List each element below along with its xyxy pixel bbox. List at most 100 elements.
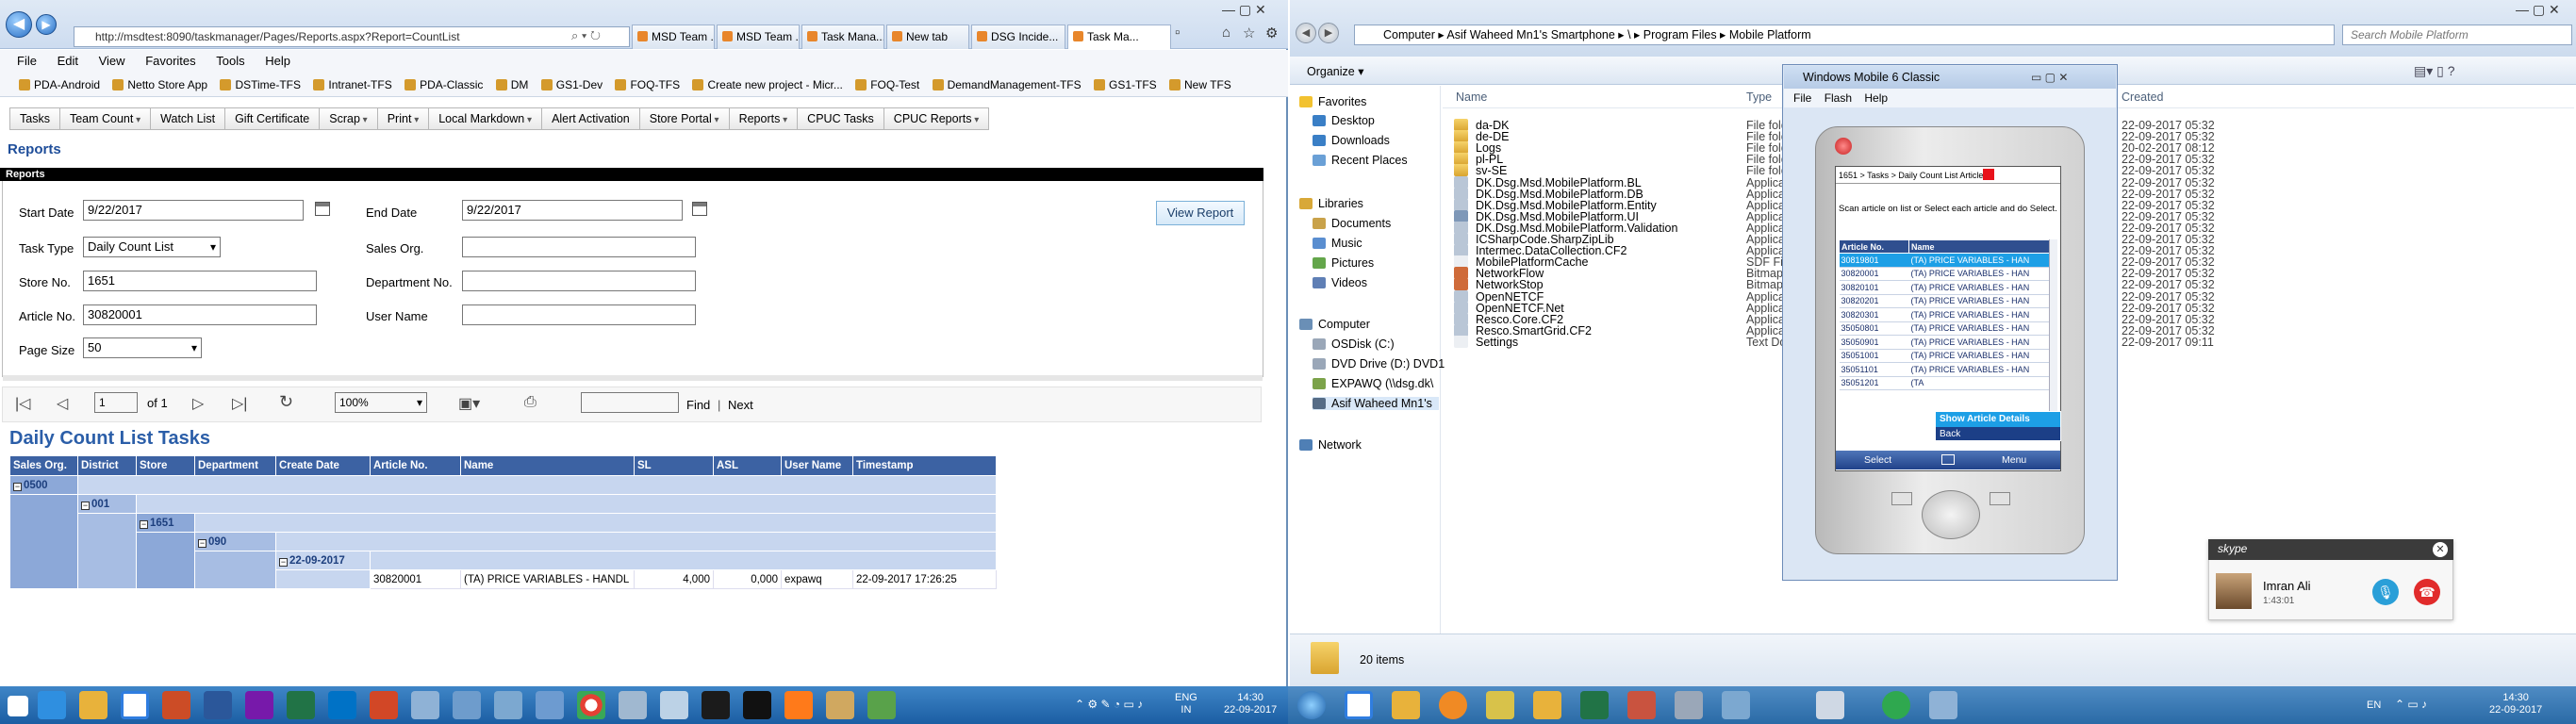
col-created[interactable]: Created (2122, 90, 2163, 104)
close-icon[interactable]: ✕ (2433, 542, 2448, 557)
nav-store-portal[interactable]: Store Portal (638, 107, 730, 130)
gear-icon[interactable]: ⚙ (1265, 25, 1278, 41)
col-user-name[interactable]: User Name (781, 455, 853, 476)
back-icon[interactable]: ◀ (1296, 23, 1316, 43)
sales-org-input[interactable] (462, 237, 696, 257)
col-department[interactable]: Department (194, 455, 276, 476)
explorer-search-input[interactable]: Search Mobile Platform (2342, 25, 2572, 45)
col-name[interactable]: Name (460, 455, 635, 476)
softkey-select[interactable]: Select (1864, 451, 1891, 469)
right-key-icon[interactable] (1990, 492, 2010, 505)
ie-icon[interactable] (1345, 691, 1373, 719)
prev-page-icon[interactable]: ◁ (57, 394, 68, 413)
forward-icon[interactable]: ▶ (36, 14, 57, 35)
fav-new-tfs[interactable]: New TFS (1169, 73, 1231, 96)
col-sl[interactable]: SL (634, 455, 714, 476)
app-icon[interactable] (660, 691, 688, 719)
fav-dstime[interactable]: DSTime-TFS (220, 73, 301, 96)
nav-recent[interactable]: Recent Places (1313, 154, 1408, 167)
menu-file[interactable]: File (17, 54, 37, 68)
app-icon[interactable] (411, 691, 439, 719)
nav-favorites[interactable]: Favorites (1299, 95, 1366, 108)
ctx-show-article-details[interactable]: Show Article Details (1936, 412, 2060, 427)
collapse-icon[interactable]: − (13, 482, 22, 491)
power-icon[interactable] (1835, 138, 1852, 155)
favorites-star-icon[interactable]: ☆ (1243, 25, 1255, 41)
excel-icon[interactable] (287, 691, 315, 719)
nav-tasks[interactable]: Tasks (9, 107, 60, 130)
dpad-icon[interactable] (1922, 490, 1980, 539)
col-create-date[interactable]: Create Date (275, 455, 371, 476)
page-number-input[interactable]: 1 (94, 392, 138, 413)
last-page-icon[interactable]: ▷| (232, 394, 247, 413)
nav-downloads[interactable]: Downloads (1313, 134, 1390, 147)
view-report-button[interactable]: View Report (1156, 201, 1245, 225)
menu-view[interactable]: View (99, 54, 125, 68)
clock[interactable]: 14:30 22-09-2017 (2489, 692, 2542, 716)
export-icon[interactable]: ▣▾ (458, 394, 480, 413)
new-tab-icon[interactable]: ▫ (1175, 25, 1180, 41)
fav-pda-android[interactable]: PDA-Android (19, 73, 100, 96)
crumb-program-files[interactable]: Program Files (1643, 28, 1717, 41)
language-indicator[interactable]: EN (2367, 699, 2381, 711)
department-input[interactable] (462, 271, 696, 291)
clock[interactable]: 14:30 22-09-2017 (1224, 692, 1277, 716)
col-district[interactable]: District (77, 455, 137, 476)
collapse-icon[interactable]: − (81, 501, 90, 510)
app-icon[interactable] (1816, 691, 1844, 719)
col-timestamp[interactable]: Timestamp (852, 455, 997, 476)
nav-videos[interactable]: Videos (1313, 276, 1367, 289)
terminal-icon[interactable] (702, 691, 730, 719)
group-department[interactable]: −090 (194, 532, 276, 551)
find-input[interactable] (581, 392, 679, 413)
file-row[interactable]: Settings (1454, 335, 1518, 349)
menu-tools[interactable]: Tools (216, 54, 244, 68)
nav-cpuc-tasks[interactable]: CPUC Tasks (797, 107, 884, 130)
nav-music[interactable]: Music (1313, 237, 1362, 250)
fav-netto-store[interactable]: Netto Store App (112, 73, 207, 96)
hangup-icon[interactable]: ☎ (2414, 579, 2440, 605)
tab-2[interactable]: MSD Team ... (717, 25, 800, 49)
wm-menu-flash[interactable]: Flash (1825, 91, 1852, 105)
windows-start-icon[interactable] (1297, 691, 1326, 719)
file-explorer-icon[interactable] (79, 691, 107, 719)
powerpoint-icon[interactable] (370, 691, 398, 719)
tray-icons[interactable]: ⌃ ▭ ♪ (2395, 698, 2427, 711)
fav-gs1-tfs[interactable]: GS1-TFS (1093, 73, 1157, 96)
col-article-no[interactable]: Article No. (1839, 239, 1909, 254)
home-icon[interactable]: ⌂ (1222, 25, 1230, 41)
group-sales-org[interactable]: −0500 (9, 475, 78, 495)
end-date-input[interactable]: 9/22/2017 (462, 200, 683, 221)
col-sales-org[interactable]: Sales Org. (9, 455, 78, 476)
table-row[interactable]: 30820301 (TA) PRICE VARIABLES - HAN (1839, 307, 2051, 322)
nav-network-drive[interactable]: EXPAWQ (\\dsg.dk\ (1313, 377, 1433, 390)
table-row[interactable]: 35051201 (TA (1839, 376, 2051, 390)
fav-intranet[interactable]: Intranet-TFS (313, 73, 392, 96)
collapse-icon[interactable]: − (140, 519, 148, 529)
app-icon[interactable] (1882, 691, 1910, 719)
tab-5[interactable]: DSG Incide... (971, 25, 1065, 49)
menu-help[interactable]: Help (265, 54, 290, 68)
crumb-smartphone[interactable]: Asif Waheed Mn1's Smartphone (1446, 28, 1614, 41)
file-explorer-icon[interactable] (1392, 691, 1420, 719)
user-name-input[interactable] (462, 304, 696, 325)
next-page-icon[interactable]: ▷ (192, 394, 204, 413)
nav-documents[interactable]: Documents (1313, 217, 1391, 230)
app-icon[interactable] (1627, 691, 1656, 719)
tab-6-active[interactable]: Task Ma... (1067, 25, 1171, 49)
address-bar[interactable]: http://msdtest:8090/taskmanager/Pages/Re… (74, 26, 630, 47)
window-controls-icon[interactable]: ▭ ▢ ✕ (2031, 66, 2068, 89)
wm-menu-file[interactable]: File (1793, 91, 1811, 105)
nav-network[interactable]: Network (1299, 438, 1362, 452)
explorer-breadcrumb[interactable]: Computer ▸ Asif Waheed Mn1's Smartphone … (1354, 25, 2335, 45)
tab-4[interactable]: New tab (886, 25, 969, 49)
table-row[interactable]: 30820201 (TA) PRICE VARIABLES - HAN (1839, 294, 2051, 308)
article-no-input[interactable]: 30820001 (83, 304, 317, 325)
softkey-menu[interactable]: Menu (2002, 451, 2026, 469)
keyboard-icon[interactable] (1941, 454, 1955, 465)
windows-start-icon[interactable] (8, 696, 28, 716)
next-link[interactable]: Next (728, 398, 753, 412)
nav-team-count[interactable]: Team Count (58, 107, 152, 130)
app-icon[interactable] (536, 691, 564, 719)
app-icon[interactable] (1486, 691, 1514, 719)
